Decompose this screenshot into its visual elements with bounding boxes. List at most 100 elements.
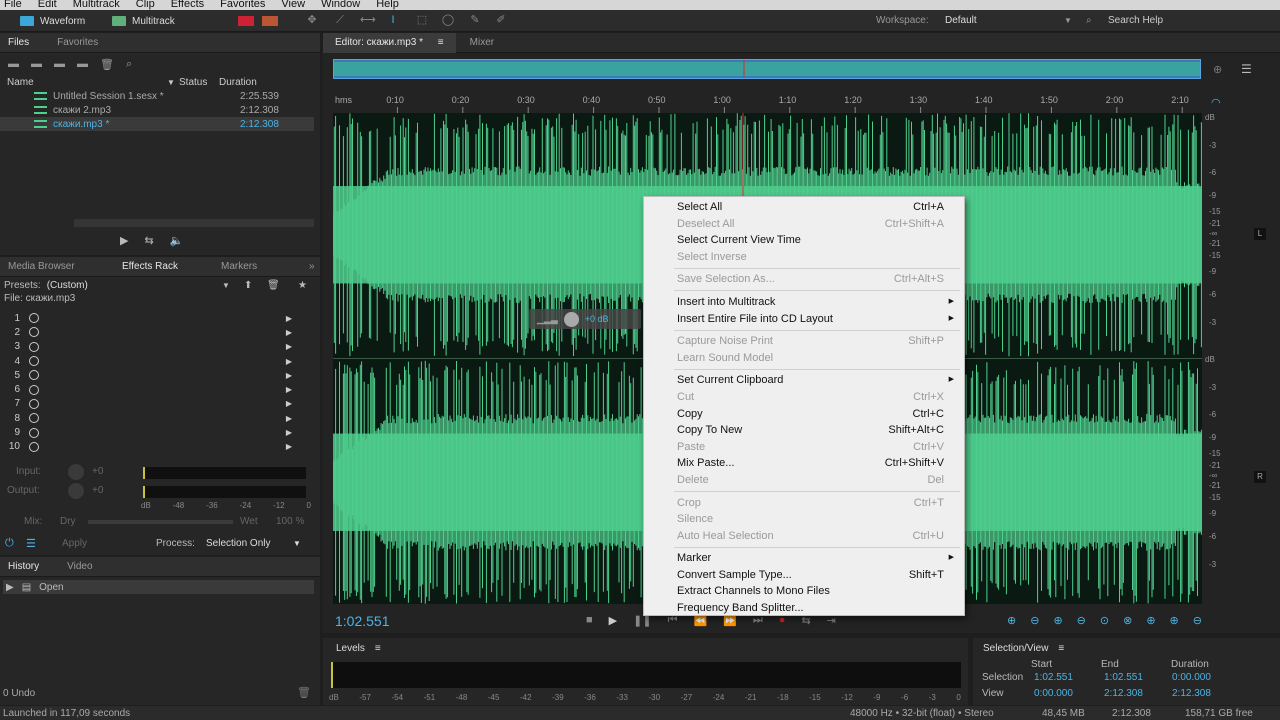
effect-slot[interactable]: 3 ▶ (0, 340, 320, 354)
time-selection-tool-icon[interactable]: I (386, 14, 400, 27)
col-status[interactable]: Status (179, 77, 219, 88)
menu-edit[interactable]: Edit (38, 0, 57, 10)
zoom-in-left-icon[interactable]: ⊕ (1146, 614, 1155, 627)
context-menu-item[interactable]: Cut Ctrl+X (644, 389, 964, 406)
view-start[interactable]: 0:00.000 (1034, 688, 1073, 699)
channel-left-button[interactable]: L (1254, 228, 1266, 240)
power-icon[interactable]: ⏻ (5, 537, 14, 550)
view-end[interactable]: 2:12.308 (1104, 688, 1143, 699)
menu-icon[interactable]: ☰ (1241, 62, 1252, 76)
context-menu-item[interactable]: Select Inverse (644, 249, 964, 266)
view-duration[interactable]: 2:12.308 (1172, 688, 1211, 699)
tab-video[interactable]: Video (67, 561, 92, 572)
menu-effects[interactable]: Effects (171, 0, 204, 10)
power-icon[interactable] (29, 341, 39, 352)
search-help-input[interactable]: Search Help (1108, 15, 1163, 26)
trash-icon[interactable]: 🗑 (297, 686, 311, 699)
zoom-out-time-icon[interactable]: ⊖ (1077, 614, 1086, 627)
search-icon[interactable]: ⌕ (126, 58, 132, 71)
effect-slot[interactable]: 9 ▶ (0, 425, 320, 439)
chevron-right-icon[interactable]: ▶ (286, 342, 292, 351)
file-row[interactable]: Untitled Session 1.sesx * 2:25.539 (0, 89, 314, 103)
file-row[interactable]: скажи.mp3 * 2:12.308 (0, 117, 314, 131)
power-icon[interactable] (29, 398, 39, 409)
pitch-display-icon[interactable] (262, 16, 278, 26)
file-row[interactable]: скажи 2.mp3 2:12.308 (0, 103, 314, 117)
chevron-right-icon[interactable]: ▶ (286, 385, 292, 394)
context-menu-item[interactable]: Deselect All Ctrl+Shift+A (644, 216, 964, 233)
workspace-select[interactable]: Default (945, 15, 977, 26)
context-menu-item[interactable]: Extract Channels to Mono Files (644, 583, 964, 600)
tab-history[interactable]: History (8, 561, 39, 572)
mix-slider[interactable] (88, 520, 233, 524)
spot-healing-tool-icon[interactable]: ✐ (494, 14, 508, 27)
effect-slot[interactable]: 1 ▶ (0, 311, 320, 325)
trash-icon[interactable]: 🗑 (100, 58, 114, 71)
move-tool-icon[interactable]: ✥ (305, 14, 319, 27)
stop-icon[interactable]: ■ (586, 614, 593, 627)
context-menu-item[interactable]: Auto Heal Selection Ctrl+U (644, 528, 964, 545)
zoom-in-amplitude-icon[interactable]: ⊕ (1007, 614, 1016, 627)
trash-icon[interactable]: 🗑 (267, 280, 280, 291)
menu-favorites[interactable]: Favorites (220, 0, 265, 10)
context-menu-item[interactable]: Frequency Band Splitter... (644, 600, 964, 617)
effect-slot[interactable]: 10 ▶ (0, 440, 320, 454)
chevron-right-icon[interactable]: ▶ (286, 428, 292, 437)
effect-slot[interactable]: 6 ▶ (0, 382, 320, 396)
power-icon[interactable] (29, 327, 39, 338)
menu-help[interactable]: Help (376, 0, 399, 10)
chevron-down-icon[interactable]: ▼ (1064, 16, 1072, 25)
tab-files[interactable]: Files (8, 37, 29, 48)
context-menu-item[interactable]: Marker ▶ (644, 550, 964, 567)
zoom-selection-icon[interactable]: ⊗ (1123, 614, 1132, 627)
power-icon[interactable] (29, 384, 39, 395)
channel-right-button[interactable]: R (1254, 471, 1266, 483)
output-knob[interactable] (68, 483, 84, 499)
zoom-full-icon[interactable]: ⊙ (1100, 614, 1109, 627)
context-menu-item[interactable]: Silence (644, 511, 964, 528)
volume-icon[interactable]: 🔈 (170, 234, 184, 247)
chevron-right-icon[interactable]: ▶ (286, 314, 292, 323)
power-icon[interactable] (29, 441, 39, 452)
list-icon[interactable]: ☰ (26, 537, 36, 550)
col-duration[interactable]: Duration (219, 77, 257, 88)
marquee-tool-icon[interactable]: ⬚ (415, 14, 429, 27)
chevron-right-icon[interactable]: ▶ (286, 414, 292, 423)
menu-multitrack[interactable]: Multitrack (73, 0, 120, 10)
power-icon[interactable] (29, 370, 39, 381)
context-menu-item[interactable]: Insert into Multitrack ▶ (644, 294, 964, 311)
context-menu-item[interactable]: Save Selection As... Ctrl+Alt+S (644, 271, 964, 288)
horizontal-scrollbar[interactable] (74, 219, 314, 227)
apply-button[interactable]: Apply (62, 538, 87, 549)
panel-menu-icon[interactable]: ≡ (375, 643, 381, 654)
menu-file[interactable]: File (4, 0, 22, 10)
expand-panels-icon[interactable]: » (309, 261, 315, 272)
effect-slot[interactable]: 2 ▶ (0, 325, 320, 339)
menu-window[interactable]: Window (321, 0, 360, 10)
menu-view[interactable]: View (281, 0, 305, 10)
tab-favorites[interactable]: Favorites (57, 37, 98, 48)
context-menu-item[interactable]: Paste Ctrl+V (644, 439, 964, 456)
power-icon[interactable] (29, 427, 39, 438)
context-menu-item[interactable]: Crop Ctrl+T (644, 495, 964, 512)
effect-slot[interactable]: 8 ▶ (0, 411, 320, 425)
import-file-icon[interactable]: ▬ (31, 58, 42, 70)
context-menu-item[interactable]: Convert Sample Type... Shift+T (644, 567, 964, 584)
chevron-right-icon[interactable]: ▶ (286, 399, 292, 408)
presets-select[interactable]: (Custom) (47, 280, 88, 291)
new-file-icon[interactable]: ▬ (54, 58, 65, 70)
panel-menu-icon[interactable]: ≡ (1058, 643, 1064, 654)
selection-end[interactable]: 1:02.551 (1104, 672, 1143, 683)
zoom-icon[interactable]: ⊕ (1213, 63, 1222, 76)
zoom-out-full-icon[interactable]: ⊖ (1193, 614, 1202, 627)
chevron-right-icon[interactable]: ▶ (286, 328, 292, 337)
input-knob[interactable] (68, 464, 84, 480)
loop-icon[interactable]: ⇆ (144, 234, 153, 247)
effect-slot[interactable]: 4 ▶ (0, 354, 320, 368)
hud-volume[interactable]: ▁▂▃ +0 dB (529, 309, 641, 329)
col-name[interactable]: Name (7, 77, 167, 88)
power-icon[interactable] (29, 413, 39, 424)
tab-media-browser[interactable]: Media Browser (8, 261, 122, 272)
favorite-star-icon[interactable]: ★ (298, 280, 307, 291)
tab-editor[interactable]: Editor: скажи.mp3 * ≡ (323, 32, 456, 53)
